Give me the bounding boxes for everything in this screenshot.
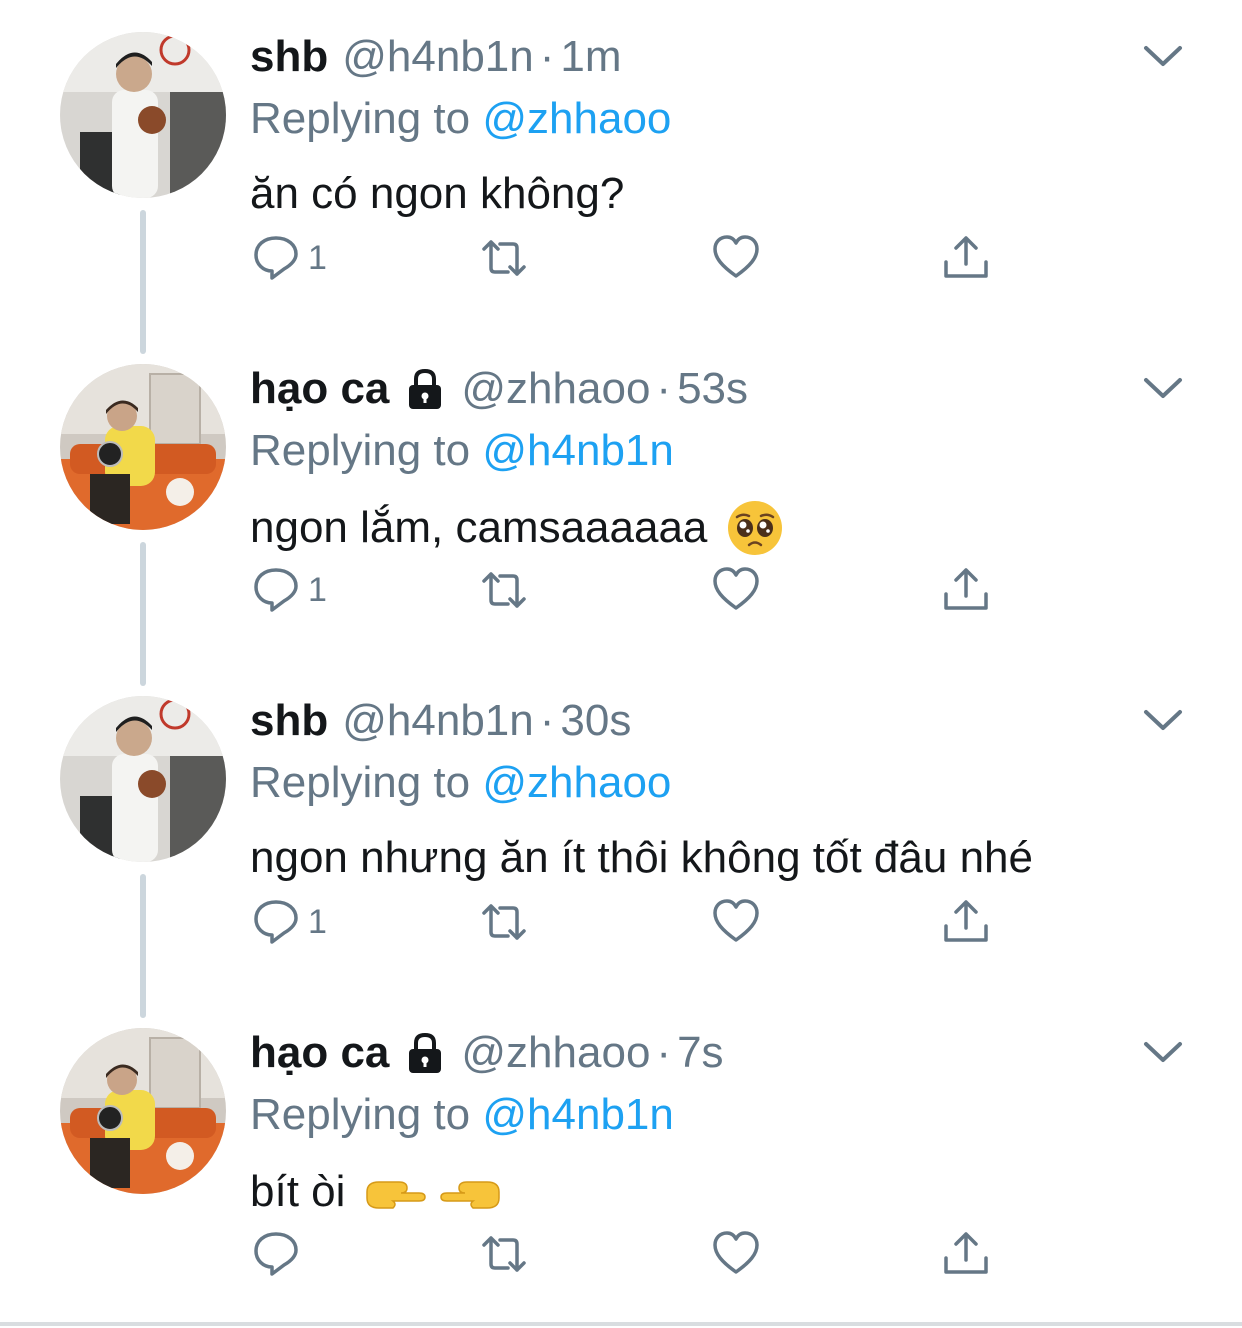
tweet-actions: 1 — [250, 882, 1010, 962]
share-icon — [944, 236, 988, 278]
pointing-fingers-emoji — [366, 1181, 501, 1209]
reply-button[interactable] — [250, 1214, 308, 1294]
display-name[interactable]: shb — [250, 30, 328, 84]
retweet-icon — [482, 904, 526, 940]
tweet-text: ăn có ngon không? — [250, 169, 625, 218]
reply-icon — [254, 568, 298, 612]
tweet-text: ngon lắm, camsaaaaaa — [250, 498, 785, 558]
replying-to: Replying to @zhhaoo — [250, 758, 672, 807]
avatar[interactable] — [60, 696, 226, 862]
mention-link[interactable]: @h4nb1n — [482, 1090, 674, 1139]
retweet-icon — [482, 1236, 526, 1272]
lock-icon — [409, 368, 442, 409]
replying-to: Replying to @h4nb1n — [250, 426, 674, 475]
tweet[interactable]: shb @h4nb1n · 30s Replying to @zhhaoo ng… — [0, 664, 1242, 1018]
avatar[interactable] — [60, 364, 226, 530]
share-icon — [944, 900, 988, 942]
replying-to: Replying to @zhhaoo — [250, 94, 672, 143]
like-button[interactable] — [710, 218, 762, 298]
avatar[interactable] — [60, 32, 226, 198]
retweet-button[interactable] — [478, 1214, 530, 1294]
lock-icon — [409, 1032, 442, 1073]
user-handle[interactable]: @h4nb1n — [342, 694, 534, 748]
mention-link[interactable]: @zhhaoo — [482, 758, 671, 807]
avatar[interactable] — [60, 1028, 226, 1194]
display-name[interactable]: hạo ca — [250, 1026, 389, 1080]
retweet-button[interactable] — [478, 218, 530, 298]
retweet-icon — [482, 240, 526, 276]
reply-button[interactable]: 1 — [250, 882, 327, 962]
reply-icon — [254, 236, 298, 280]
separator-dot: · — [656, 1028, 672, 1077]
heart-icon — [713, 1231, 759, 1274]
timestamp[interactable]: 7s — [677, 1026, 723, 1080]
tweet-text: ngon nhưng ăn ít thôi không tốt đâu nhé — [250, 833, 1033, 882]
separator-dot: · — [539, 696, 555, 745]
share-icon — [944, 568, 988, 610]
mention-link[interactable]: @zhhaoo — [482, 94, 671, 143]
share-button[interactable] — [940, 218, 992, 298]
user-handle[interactable]: @zhhaoo — [461, 1026, 650, 1080]
display-name[interactable]: shb — [250, 694, 328, 748]
mention-link[interactable]: @h4nb1n — [482, 426, 674, 475]
tweet[interactable]: hạo ca @zhhaoo · 7s Replying to @h4nb1n … — [0, 996, 1242, 1328]
chevron-down-icon[interactable] — [1140, 704, 1186, 734]
reply-count: 1 — [308, 902, 327, 941]
replying-to: Replying to @h4nb1n — [250, 1090, 674, 1139]
heart-icon — [713, 567, 759, 610]
user-handle[interactable]: @h4nb1n — [342, 30, 534, 84]
tweet-actions — [250, 1214, 1010, 1294]
retweet-button[interactable] — [478, 882, 530, 962]
timestamp[interactable]: 1m — [560, 30, 621, 84]
timestamp[interactable]: 30s — [560, 694, 631, 748]
display-name[interactable]: hạo ca — [250, 362, 389, 416]
heart-icon — [713, 235, 759, 278]
reply-count: 1 — [308, 238, 327, 277]
tweet[interactable]: shb @h4nb1n · 1m Replying to @zhhaoo ăn … — [0, 0, 1242, 354]
tweet-actions: 1 — [250, 550, 1010, 630]
reply-icon — [254, 900, 298, 944]
reply-button[interactable]: 1 — [250, 218, 327, 298]
reply-button[interactable]: 1 — [250, 550, 327, 630]
chevron-down-icon[interactable] — [1140, 1036, 1186, 1066]
pleading-face-emoji — [728, 501, 783, 555]
chevron-down-icon[interactable] — [1140, 372, 1186, 402]
like-button[interactable] — [710, 1214, 762, 1294]
share-icon — [944, 1232, 988, 1274]
tweet[interactable]: hạo ca @zhhaoo · 53s Replying to @h4nb1n… — [0, 332, 1242, 686]
heart-icon — [713, 899, 759, 942]
separator-dot: · — [656, 364, 672, 413]
reply-icon — [254, 1232, 298, 1276]
share-button[interactable] — [940, 882, 992, 962]
like-button[interactable] — [710, 550, 762, 630]
share-button[interactable] — [940, 550, 992, 630]
retweet-button[interactable] — [478, 550, 530, 630]
reply-count: 1 — [308, 570, 327, 609]
chevron-down-icon[interactable] — [1140, 40, 1186, 70]
like-button[interactable] — [710, 882, 762, 962]
timestamp[interactable]: 53s — [677, 362, 748, 416]
retweet-icon — [482, 572, 526, 608]
share-button[interactable] — [940, 1214, 992, 1294]
tweet-actions: 1 — [250, 218, 1010, 298]
separator-dot: · — [539, 32, 555, 81]
divider — [0, 1322, 1242, 1326]
user-handle[interactable]: @zhhaoo — [461, 362, 650, 416]
tweet-text: bít òi — [250, 1162, 503, 1222]
